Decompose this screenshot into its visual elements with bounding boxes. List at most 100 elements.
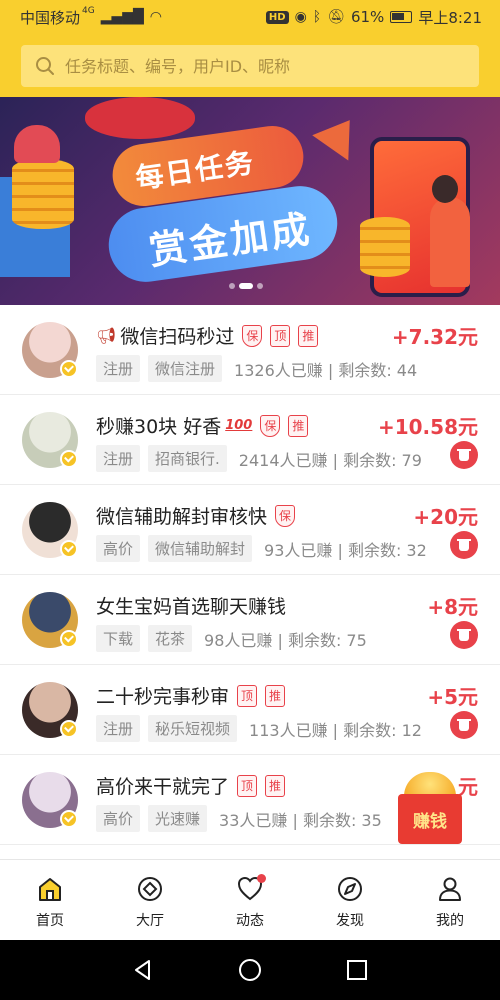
hd-badge: HD <box>265 10 289 24</box>
red-packet-button[interactable]: 赚钱 <box>398 772 462 844</box>
person-head-illustration <box>432 175 458 203</box>
guarantee-badge: 保 <box>275 504 296 527</box>
megaphone-icon: 📢︎ <box>96 326 117 345</box>
verified-badge-icon <box>60 630 78 648</box>
task-stats: 2414人已赚 | 剩余数: 79 <box>238 450 422 470</box>
home-icon <box>39 878 61 901</box>
search-input[interactable] <box>65 56 465 76</box>
task-row[interactable]: 女生宝妈首选聊天赚钱 +8元 下载 花茶 98人已赚 | 剩余数: 75 <box>0 575 500 665</box>
tab-label: 我的 <box>436 913 464 929</box>
task-meta: 高价 微信辅助解封 93人已赚 | 剩余数: 32 <box>96 535 427 562</box>
task-title-line: 📢︎ 微信扫码秒过保顶推 <box>96 322 319 349</box>
wifi-icon: ◠ <box>149 9 163 25</box>
top-badge: 顶 <box>270 324 291 347</box>
person-illustration <box>14 125 60 163</box>
top-badge: 顶 <box>237 774 258 797</box>
task-meta: 高价 光速赚 33人已赚 | 剩余数: 35 <box>96 805 382 832</box>
reward-amount: +20元 <box>413 505 478 529</box>
arrow-illustration <box>312 107 368 161</box>
task-tag: 注册 <box>96 445 141 472</box>
claim-cup-icon[interactable] <box>450 711 478 739</box>
task-meta: 注册 微信注册 1326人已赚 | 剩余数: 44 <box>96 355 417 382</box>
recents-icon[interactable] <box>344 957 370 983</box>
claim-cup-icon[interactable] <box>450 441 478 469</box>
recommend-badge: 推 <box>265 774 286 797</box>
hall-icon <box>138 877 162 901</box>
task-meta: 下载 花茶 98人已赚 | 剩余数: 75 <box>96 625 367 652</box>
tab-mine[interactable]: 我的 <box>400 860 500 940</box>
compass-icon <box>338 877 362 901</box>
recommend-badge: 推 <box>265 684 286 707</box>
task-row[interactable]: 秒赚30块 好香 100 保推 +10.58元 注册 招商银行. 2414人已赚 | 剩余数… <box>0 395 500 485</box>
pagination-dot[interactable] <box>257 283 263 289</box>
task-title-line: 高价来干就完了顶推 <box>96 772 286 799</box>
task-tag: 秘乐短视频 <box>148 715 238 742</box>
task-list: 📢︎ 微信扫码秒过保顶推 +7.32元 注册 微信注册 1326人已赚 | 剩余数: 44… <box>0 305 500 845</box>
task-tag: 花茶 <box>148 625 193 652</box>
reward-amount: +8元 <box>427 595 478 619</box>
reward-amount: +5元 <box>427 685 478 709</box>
task-title: 微信辅助解封审核快 <box>96 506 268 528</box>
notification-dot <box>257 874 266 883</box>
verified-badge-icon <box>60 450 78 468</box>
verified-badge-icon <box>60 720 78 738</box>
task-tag: 高价 <box>96 805 141 832</box>
top-badge: 顶 <box>237 684 258 707</box>
claim-cup-icon[interactable] <box>450 621 478 649</box>
tab-label: 动态 <box>236 913 264 929</box>
task-tag: 微信注册 <box>148 355 223 382</box>
avatar <box>22 502 78 558</box>
status-bar: 中国移动 4G ▂▄▆█ ◠ HD ◉ ᛒ 🔕︎ 61% 早上8:21 <box>0 0 500 34</box>
task-row[interactable]: 微信辅助解封审核快保 +20元高价 微信辅助解封 93人已赚 | 剩余数: 32 <box>0 485 500 575</box>
pagination-dot[interactable] <box>229 283 235 289</box>
coin-stack-illustration <box>12 159 74 229</box>
signal-icon: ▂▄▆█ <box>100 9 144 25</box>
task-row[interactable]: 📢︎ 微信扫码秒过保顶推 +7.32元注册 微信注册 1326人已赚 | 剩余数: 44 <box>0 305 500 395</box>
recommend-badge: 推 <box>298 324 319 347</box>
task-tag: 注册 <box>96 355 141 382</box>
task-tag: 注册 <box>96 715 141 742</box>
tab-hall[interactable]: 大厅 <box>100 860 200 940</box>
task-row[interactable]: 二十秒完事秒审顶推 +5元注册 秘乐短视频 113人已赚 | 剩余数: 12 <box>0 665 500 755</box>
tab-moments[interactable]: 动态 <box>200 860 300 940</box>
avatar <box>22 772 78 828</box>
task-stats: 33人已赚 | 剩余数: 35 <box>219 810 382 830</box>
guarantee-badge: 保 <box>260 414 281 437</box>
battery-percent: 61% <box>350 8 385 26</box>
tab-discover[interactable]: 发现 <box>300 860 400 940</box>
user-icon <box>439 877 461 901</box>
coin-stack-illustration <box>360 217 410 277</box>
verified-badge-icon <box>60 360 78 378</box>
banner-decoration <box>85 97 195 139</box>
verified-badge-icon <box>60 540 78 558</box>
search-bar[interactable] <box>21 45 479 87</box>
task-tag: 高价 <box>96 535 141 562</box>
task-title: 微信扫码秒过 <box>120 326 235 348</box>
home-circle-icon[interactable] <box>237 957 263 983</box>
status-left: 中国移动 4G ▂▄▆█ ◠ <box>20 6 163 28</box>
avatar <box>22 592 78 648</box>
guarantee-badge: 保 <box>242 324 263 347</box>
eye-icon: ◉ <box>294 9 307 25</box>
red-packet-label: 赚钱 <box>398 794 462 844</box>
task-title-line: 秒赚30块 好香 100 保推 <box>96 412 309 439</box>
promo-banner[interactable]: 每日任务 赏金加成 <box>0 97 500 305</box>
task-title-line: 二十秒完事秒审顶推 <box>96 682 286 709</box>
task-meta: 注册 秘乐短视频 113人已赚 | 剩余数: 12 <box>96 715 422 742</box>
avatar <box>22 682 78 738</box>
task-title-line: 微信辅助解封审核快保 <box>96 502 296 529</box>
task-stats: 113人已赚 | 剩余数: 12 <box>249 720 422 740</box>
clock: 早上8:21 <box>418 8 482 27</box>
system-nav-bar <box>0 940 500 1000</box>
mute-bell-icon: 🔕︎ <box>327 9 345 25</box>
task-stats: 1326人已赚 | 剩余数: 44 <box>234 360 418 380</box>
tab-label: 首页 <box>36 913 64 929</box>
pagination-dot[interactable] <box>239 283 253 289</box>
bottom-tab-bar: 首页 大厅 动态 发现 我的 <box>0 859 500 940</box>
reward-amount: +10.58元 <box>377 415 478 439</box>
claim-cup-icon[interactable] <box>450 531 478 559</box>
banner-pagination <box>229 283 263 289</box>
tab-home[interactable]: 首页 <box>0 860 100 940</box>
back-icon[interactable] <box>130 957 156 983</box>
reward-amount: +7.32元 <box>391 325 478 349</box>
